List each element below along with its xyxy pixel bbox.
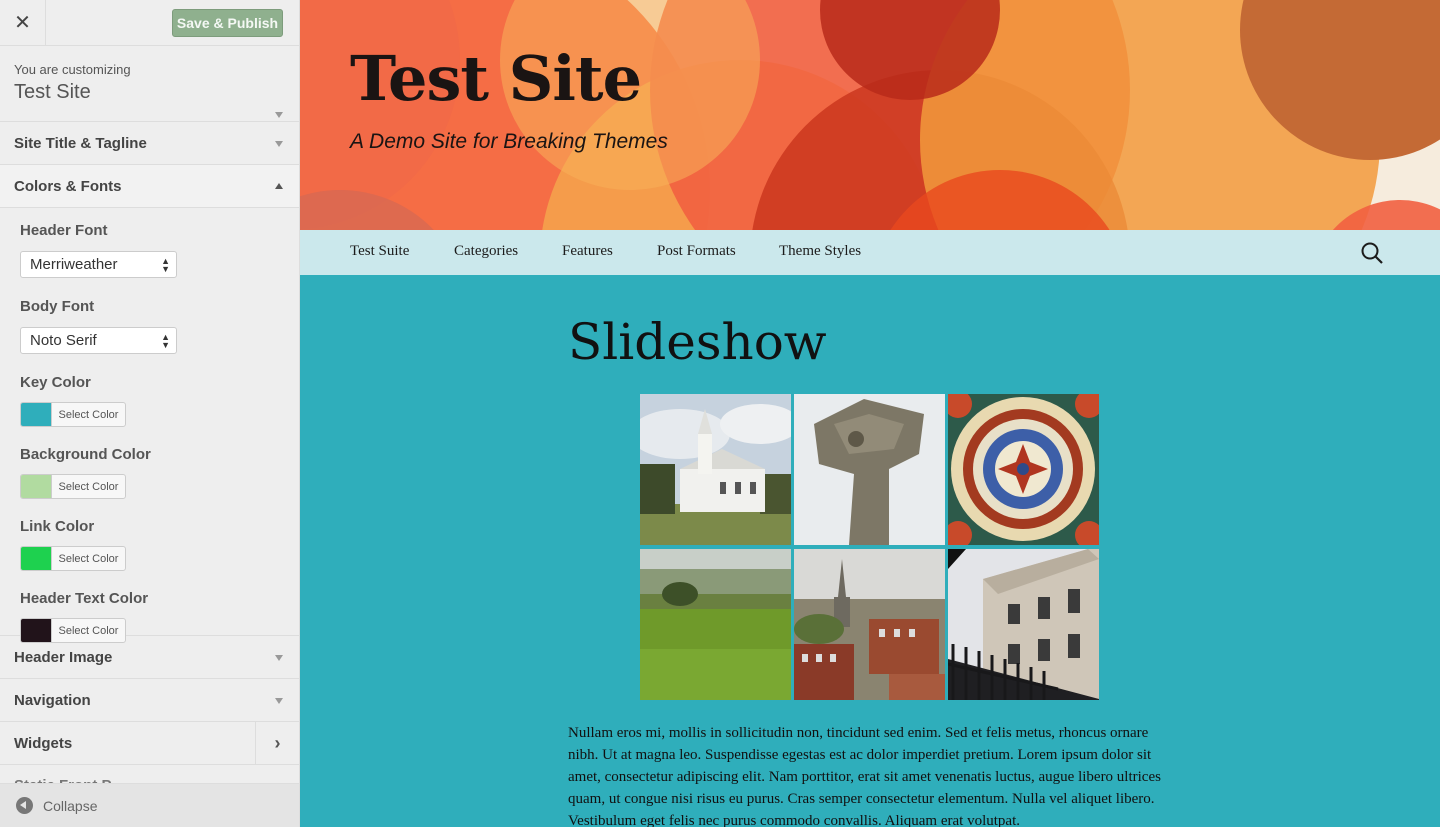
section-widgets[interactable]: Widgets › bbox=[0, 722, 299, 765]
post-title[interactable]: Slideshow bbox=[568, 313, 827, 371]
customizer-header: ✕ Save & Publish bbox=[0, 0, 299, 46]
chevron-down-icon bbox=[275, 141, 283, 147]
section-label: Colors & Fonts bbox=[14, 177, 122, 195]
select-arrows-icon: ▲ ▼ bbox=[161, 332, 170, 350]
section-label: Header Image bbox=[14, 648, 113, 666]
gallery-image-mosaic-tile[interactable] bbox=[948, 394, 1099, 545]
background-color-label: Background Color bbox=[20, 446, 151, 463]
header-font-select[interactable]: Merriweather ▲ ▼ bbox=[20, 251, 177, 278]
close-icon: ✕ bbox=[14, 12, 31, 34]
body-font-label: Body Font bbox=[20, 298, 95, 315]
site-title[interactable]: Test Site bbox=[350, 42, 642, 115]
gallery-image-town-view[interactable] bbox=[794, 549, 945, 700]
customizing-label: You are customizing bbox=[14, 62, 131, 77]
colors-fonts-controls: Header Font Merriweather ▲ ▼ Body Font No… bbox=[0, 208, 299, 643]
chevron-down-icon bbox=[275, 112, 283, 118]
site-tagline: A Demo Site for Breaking Themes bbox=[350, 130, 668, 153]
key-color-swatch bbox=[21, 403, 52, 426]
chevron-right-icon[interactable]: › bbox=[255, 722, 299, 764]
key-color-picker[interactable]: Select Color bbox=[20, 402, 126, 427]
body-font-value: Noto Serif bbox=[30, 332, 97, 349]
collapse-label: Collapse bbox=[43, 797, 98, 814]
collapse-button[interactable]: Collapse bbox=[0, 783, 299, 827]
save-publish-button[interactable]: Save & Publish bbox=[172, 9, 283, 37]
close-button[interactable]: ✕ bbox=[0, 0, 46, 45]
link-color-swatch bbox=[21, 547, 52, 570]
select-color-label: Select Color bbox=[58, 552, 119, 565]
site-preview: Test Site A Demo Site for Breaking Theme… bbox=[300, 0, 1440, 827]
nav-item-features[interactable]: Features bbox=[562, 243, 613, 260]
body-font-select[interactable]: Noto Serif ▲ ▼ bbox=[20, 327, 177, 354]
section-colors-fonts[interactable]: Colors & Fonts bbox=[0, 165, 299, 208]
collapse-arrow-icon bbox=[16, 797, 33, 814]
section-navigation[interactable]: Navigation bbox=[0, 679, 299, 722]
header-text-color-label: Header Text Color bbox=[20, 590, 149, 607]
nav-item-categories[interactable]: Categories bbox=[454, 243, 518, 260]
gallery-image-church[interactable] bbox=[640, 394, 791, 545]
chevron-up-icon bbox=[275, 183, 283, 189]
gallery-image-building-with-railing[interactable] bbox=[948, 549, 1099, 700]
select-color-label: Select Color bbox=[58, 408, 119, 421]
section-header-image[interactable]: Header Image bbox=[0, 636, 299, 679]
section-label: Navigation bbox=[14, 691, 91, 709]
gallery-image-stone-cross[interactable] bbox=[794, 394, 945, 545]
select-color-label: Select Color bbox=[58, 480, 119, 493]
nav-item-theme-styles[interactable]: Theme Styles bbox=[779, 243, 861, 260]
section-label: Widgets bbox=[14, 734, 73, 752]
post-body-text: Nullam eros mi, mollis in sollicitudin n… bbox=[568, 725, 1161, 827]
section-label: Site Title & Tagline bbox=[14, 134, 147, 152]
customizer-sidebar: ✕ Save & Publish You are customizing Tes… bbox=[0, 0, 300, 827]
background-color-swatch bbox=[21, 475, 52, 498]
nav-item-post-formats[interactable]: Post Formats bbox=[657, 243, 736, 260]
customizing-info-panel[interactable]: You are customizing Test Site bbox=[0, 46, 299, 122]
select-arrows-icon: ▲ ▼ bbox=[161, 256, 170, 274]
slideshow-gallery bbox=[640, 394, 1100, 700]
chevron-down-icon bbox=[275, 698, 283, 704]
link-color-picker[interactable]: Select Color bbox=[20, 546, 126, 571]
customizing-site-name: Test Site bbox=[14, 81, 91, 103]
link-color-label: Link Color bbox=[20, 518, 95, 535]
section-static-front-page[interactable]: Static Front P... bbox=[0, 765, 299, 785]
header-bubbles-illustration bbox=[300, 0, 1440, 230]
search-icon[interactable] bbox=[1360, 241, 1384, 265]
nav-item-test-suite[interactable]: Test Suite bbox=[350, 243, 409, 260]
section-site-title-tagline[interactable]: Site Title & Tagline bbox=[0, 122, 299, 165]
gallery-image-green-field[interactable] bbox=[640, 549, 791, 700]
header-font-value: Merriweather bbox=[30, 256, 118, 273]
chevron-down-icon bbox=[275, 655, 283, 661]
key-color-label: Key Color bbox=[20, 374, 91, 391]
primary-navigation: Test Suite Categories Features Post Form… bbox=[300, 230, 1440, 275]
background-color-picker[interactable]: Select Color bbox=[20, 474, 126, 499]
header-font-label: Header Font bbox=[20, 222, 108, 239]
header-image[interactable]: Test Site A Demo Site for Breaking Theme… bbox=[300, 0, 1440, 230]
